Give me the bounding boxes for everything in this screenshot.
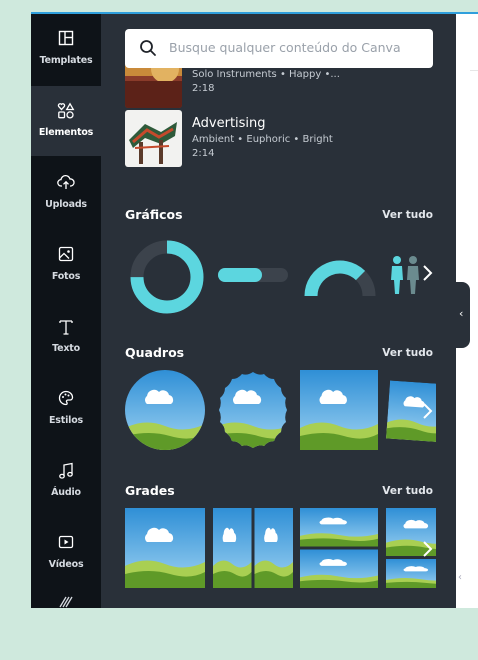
nav-label-estilos: Estilos [49, 415, 83, 426]
track-title: Advertising [192, 116, 266, 131]
nav-item-estilos[interactable]: Estilos [31, 374, 101, 444]
text-icon [31, 318, 101, 338]
nav-label-uploads: Uploads [45, 199, 87, 210]
grid-two-row-template[interactable] [300, 508, 378, 588]
donut-chart-element[interactable] [130, 240, 204, 314]
circle-frame[interactable] [125, 370, 205, 450]
nav-item-pattern[interactable] [31, 590, 101, 660]
nav-item-elementos[interactable]: Elementos [31, 86, 101, 156]
grades-next-arrow[interactable] [419, 537, 435, 561]
section-title-graficos: Gráficos [125, 207, 183, 222]
section-title-quadros: Quadros [125, 345, 185, 360]
track-duration: 2:18 [192, 83, 215, 94]
side-navigation-rail: Templates Elementos Uploads Fotos Texto … [31, 14, 101, 608]
nav-item-templates[interactable]: Templates [31, 14, 101, 84]
elements-icon [31, 102, 101, 122]
search-bar[interactable]: Busque qualquer conteúdo do Canva [125, 29, 433, 68]
section-title-grades: Grades [125, 483, 175, 498]
nav-label-elementos: Elementos [38, 127, 94, 138]
cloud-upload-icon [31, 174, 101, 194]
square-frame[interactable] [300, 370, 378, 450]
graficos-next-arrow[interactable] [419, 261, 435, 285]
nav-item-uploads[interactable]: Uploads [31, 158, 101, 228]
nav-label-fotos: Fotos [51, 271, 81, 282]
video-icon [31, 534, 101, 554]
gauge-chart-element[interactable] [304, 252, 376, 298]
templates-icon [31, 30, 101, 50]
nav-label-audio: Áudio [51, 487, 81, 498]
progress-bar-element[interactable] [218, 266, 288, 284]
palette-icon [31, 390, 101, 410]
nav-label-templates: Templates [39, 55, 93, 66]
nav-label-texto: Texto [52, 343, 80, 354]
scroll-left-icon[interactable]: ‹ [458, 572, 462, 583]
see-all-graficos-link[interactable]: Ver tudo [382, 209, 433, 221]
photo-icon [31, 246, 101, 266]
nav-item-fotos[interactable]: Fotos [31, 230, 101, 300]
track-subtitle: Ambient • Euphoric • Bright [192, 134, 333, 145]
scalloped-frame[interactable] [213, 370, 293, 450]
search-placeholder: Busque qualquer conteúdo do Canva [169, 40, 401, 55]
see-all-grades-link[interactable]: Ver tudo [382, 485, 433, 497]
music-note-icon [31, 462, 101, 482]
search-icon [139, 39, 157, 61]
grid-single-template[interactable] [125, 508, 205, 588]
nav-item-videos[interactable]: Vídeos [31, 518, 101, 588]
quadros-next-arrow[interactable] [419, 399, 435, 423]
track-thumbnail [125, 110, 182, 167]
nav-item-texto[interactable]: Texto [31, 302, 101, 372]
divider [470, 70, 478, 71]
grid-two-column-template[interactable] [213, 508, 293, 588]
track-duration: 2:14 [192, 148, 215, 159]
pattern-icon [31, 596, 101, 616]
people-chart-element[interactable] [389, 254, 421, 296]
see-all-quadros-link[interactable]: Ver tudo [382, 347, 433, 359]
nav-label-videos: Vídeos [48, 559, 84, 570]
nav-item-audio[interactable]: Áudio [31, 446, 101, 516]
chevron-left-icon: ‹ [459, 307, 464, 320]
collapse-panel-button[interactable]: ‹ [456, 282, 470, 348]
track-subtitle: Solo Instruments • Happy •... [192, 69, 340, 80]
elements-panel: Solo Instruments • Happy •... 2:18 Busqu… [101, 14, 456, 608]
